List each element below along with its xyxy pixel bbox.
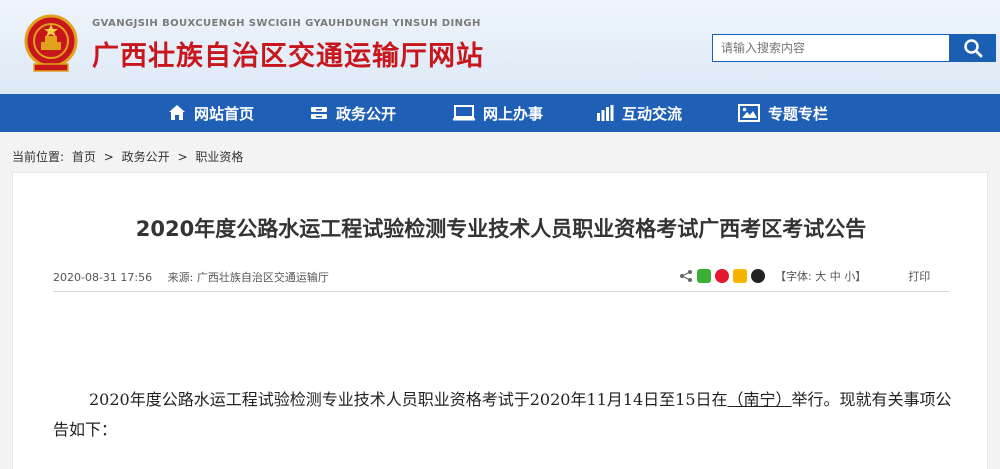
nav-item-interaction[interactable]: 互动交流 [596, 94, 682, 132]
site-title[interactable]: 广西壮族自治区交通运输厅网站 [92, 34, 484, 73]
nav-label: 网站首页 [194, 104, 255, 123]
main-nav: 网站首页 政务公开 网上办事 互动交流 专题专栏 [0, 94, 1000, 132]
nav-label: 政务公开 [336, 104, 397, 123]
nav-item-online-service[interactable]: 网上办事 [453, 94, 543, 132]
nav-item-special-topics[interactable]: 专题专栏 [738, 94, 828, 132]
weibo-icon[interactable] [715, 269, 729, 283]
search-button[interactable] [950, 34, 996, 62]
breadcrumb-item-gov-info[interactable]: 政务公开 [122, 150, 170, 164]
breadcrumb-item-qualification[interactable]: 职业资格 [195, 150, 243, 164]
qq-icon[interactable] [751, 269, 765, 283]
article-paragraph: 2020年度公路水运工程试验检测专业技术人员职业资格考试于2020年11月14日… [53, 385, 953, 445]
home-icon [169, 105, 185, 120]
divider [53, 291, 949, 292]
nav-item-home[interactable]: 网站首页 [168, 94, 254, 132]
bar-chart-icon [597, 105, 614, 121]
print-link[interactable]: 打印 [908, 268, 930, 284]
search-icon [964, 39, 983, 58]
search-input[interactable] [712, 34, 950, 62]
monitor-icon [453, 105, 475, 121]
wechat-icon[interactable] [697, 269, 711, 283]
nav-label: 互动交流 [622, 104, 683, 123]
breadcrumb-prefix: 当前位置: [12, 150, 65, 164]
article-title: 2020年度公路水运工程试验检测专业技术人员职业资格考试广西考区考试公告 [135, 217, 867, 241]
national-emblem-icon [24, 14, 78, 72]
inbox-icon [311, 107, 327, 119]
paragraph-text-start: 2020年度公路水运工程试验检测专业技术人员职业资格考试于2020年11月14日… [89, 390, 728, 409]
article-tools: 【字体: 大 中 小】 打印 [679, 267, 930, 285]
site-header: GVANGJSIH BOUXCUENGH SWCIGIH GYAUHDUNGH … [0, 0, 1000, 94]
font-size-control[interactable]: 【字体: 大 中 小】 [775, 268, 866, 284]
publish-date: 2020-08-31 17:56 [53, 271, 153, 284]
breadcrumb-separator: > [103, 150, 114, 164]
exam-city: （南宁） [727, 390, 792, 409]
breadcrumb-separator: > [177, 150, 188, 164]
article-source: 来源: 广西壮族自治区交通运输厅 [167, 271, 329, 284]
nav-item-gov-info[interactable]: 政务公开 [310, 94, 396, 132]
nav-label: 专题专栏 [768, 104, 829, 123]
breadcrumb-item-home[interactable]: 首页 [72, 150, 96, 164]
share-icon[interactable] [679, 269, 693, 283]
breadcrumb: 当前位置: 首页 > 政务公开 > 职业资格 [12, 148, 247, 165]
nav-label: 网上办事 [483, 104, 544, 123]
article-card: 2020年度公路水运工程试验检测专业技术人员职业资格考试广西考区考试公告 202… [12, 172, 988, 469]
qzone-icon[interactable] [733, 269, 747, 283]
image-icon [738, 104, 760, 122]
article-meta: 2020-08-31 17:56 来源: 广西壮族自治区交通运输厅 [53, 269, 329, 285]
site-pinyin-title: GVANGJSIH BOUXCUENGH SWCIGIH GYAUHDUNGH … [92, 18, 481, 29]
